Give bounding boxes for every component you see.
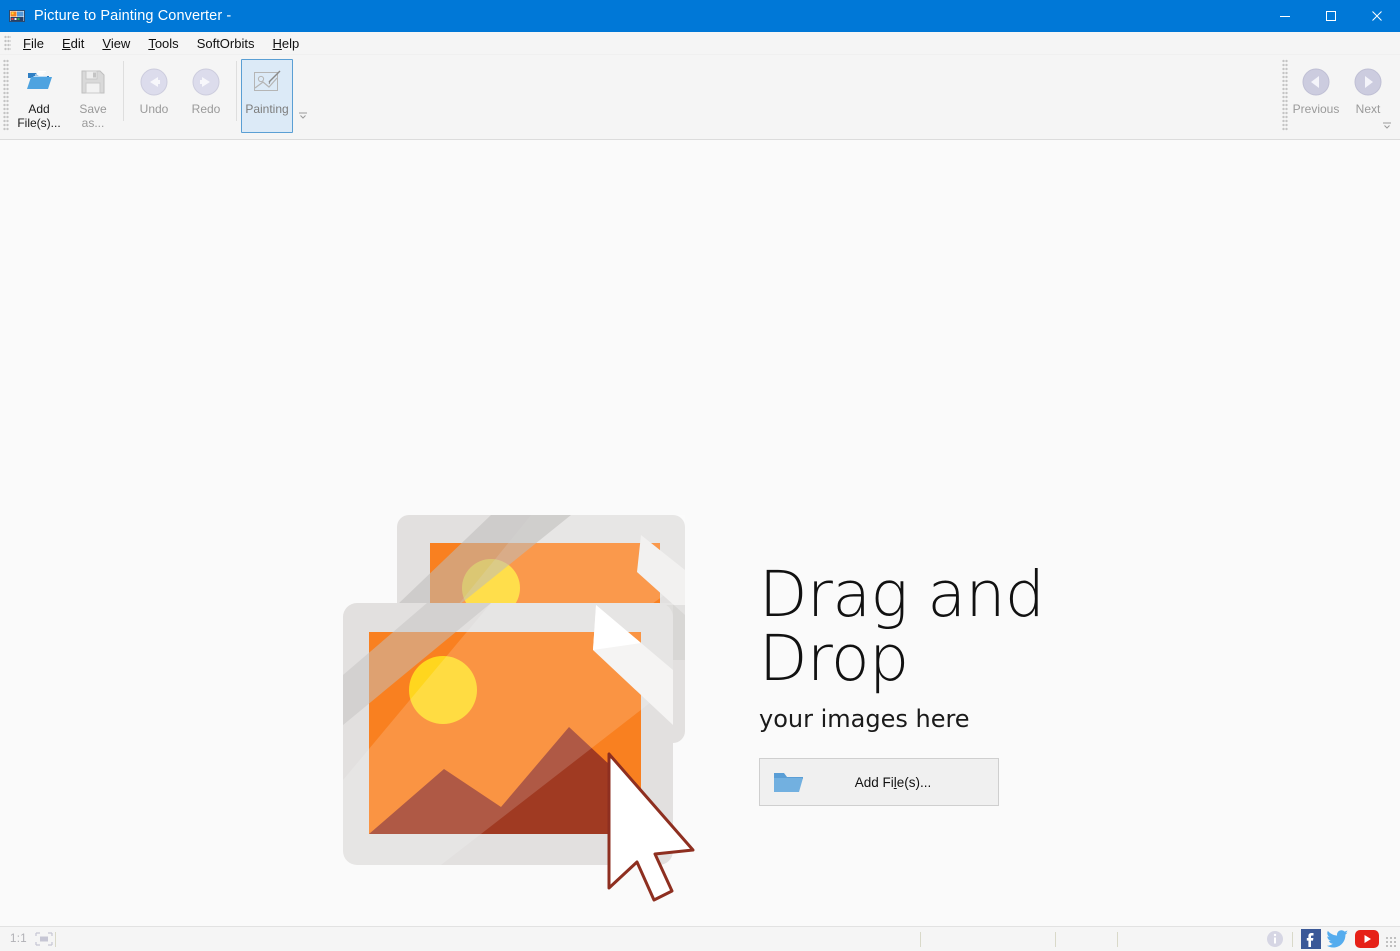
menu-item-tools[interactable]: Tools <box>139 34 187 53</box>
title-bar: Picture to Painting Converter - <box>0 0 1400 32</box>
blue-folder-icon <box>772 769 806 795</box>
add-files-cta-button[interactable]: Add File(s)... <box>759 758 999 806</box>
menu-item-help[interactable]: Help <box>263 34 308 53</box>
toolbar-group-file: Add File(s)... Save as... <box>11 55 119 137</box>
fit-to-window-icon[interactable] <box>35 932 53 946</box>
menu-help-rest: elp <box>282 36 299 51</box>
menu-view-accel: V <box>102 36 110 51</box>
menu-item-file[interactable]: File <box>14 34 53 53</box>
redo-arrow-icon <box>189 65 223 99</box>
close-button[interactable] <box>1354 0 1400 32</box>
social-links <box>1266 929 1379 949</box>
resize-grip-icon[interactable] <box>1385 936 1397 948</box>
add-files-button[interactable]: Add File(s)... <box>11 59 67 133</box>
menu-item-view[interactable]: View <box>93 34 139 53</box>
toolbar-separator-1 <box>123 61 124 121</box>
undo-label: Undo <box>140 102 169 116</box>
toolbar-separator-2 <box>236 61 237 121</box>
toolbar-grip-right-icon <box>1282 59 1288 131</box>
menu-grip-icon <box>4 35 11 51</box>
previous-button[interactable]: Previous <box>1290 59 1342 133</box>
save-as-label: Save as... <box>79 102 106 130</box>
toolbar-grip-icon <box>3 59 9 131</box>
status-bar: 1:1 <box>0 926 1400 951</box>
menu-view-rest: iew <box>111 36 131 51</box>
youtube-icon[interactable] <box>1355 930 1379 948</box>
window-title: Picture to Painting Converter - <box>34 8 231 24</box>
toolbar-overflow-button[interactable] <box>297 109 309 121</box>
add-files-cta-post: e(s)... <box>897 775 932 790</box>
status-divider-3 <box>1055 932 1056 947</box>
menu-help-accel: H <box>272 36 281 51</box>
previous-arrow-icon <box>1299 65 1333 99</box>
minimize-button[interactable] <box>1262 0 1308 32</box>
twitter-icon[interactable] <box>1327 929 1349 949</box>
add-files-cta-label: Add File(s)... <box>806 775 980 790</box>
app-icon <box>9 8 25 24</box>
menu-edit-accel: E <box>62 36 71 51</box>
status-divider-1 <box>55 932 56 947</box>
application-window: Picture to Painting Converter - File Edi… <box>0 0 1400 951</box>
save-as-button[interactable]: Save as... <box>67 59 119 133</box>
painting-button[interactable]: Painting <box>241 59 293 133</box>
open-folder-icon <box>22 65 56 99</box>
redo-label: Redo <box>192 102 221 116</box>
drop-zone-subtitle: your images here <box>759 705 1171 733</box>
painting-label: Painting <box>245 102 288 116</box>
floppy-disk-icon <box>76 65 110 99</box>
drop-zone-text: Drag and Drop your images here Add File(… <box>759 510 1171 806</box>
toolbar-overflow-right-button[interactable] <box>1382 117 1392 135</box>
next-arrow-icon <box>1351 65 1385 99</box>
undo-arrow-icon <box>137 65 171 99</box>
menu-tools-rest: ools <box>155 36 179 51</box>
painting-canvas-icon <box>250 65 284 99</box>
toolbar-group-navigation: Previous Next <box>1279 55 1394 139</box>
menu-edit-rest: dit <box>71 36 85 51</box>
menu-item-edit[interactable]: Edit <box>53 34 93 53</box>
redo-button[interactable]: Redo <box>180 59 232 133</box>
add-files-cta-pre: Add Fi <box>855 775 894 790</box>
stacked-photos-illustration <box>341 510 741 910</box>
facebook-icon[interactable] <box>1301 929 1321 949</box>
toolbar-group-history: Undo Redo <box>128 55 232 137</box>
menu-bar: File Edit View Tools SoftOrbits Help <box>0 32 1400 55</box>
status-divider-5 <box>1292 932 1293 947</box>
add-files-label: Add File(s)... <box>17 102 60 130</box>
previous-label: Previous <box>1293 102 1340 116</box>
menu-item-softorbits[interactable]: SoftOrbits <box>188 34 264 53</box>
toolbar-group-effects: Painting <box>241 55 313 137</box>
maximize-button[interactable] <box>1308 0 1354 32</box>
window-controls <box>1262 0 1400 32</box>
drop-zone[interactable]: Drag and Drop your images here Add File(… <box>341 510 1171 910</box>
status-divider-4 <box>1117 932 1118 947</box>
toolbar: Add File(s)... Save as... <box>0 55 1400 140</box>
drop-zone-title: Drag and Drop <box>759 563 1171 691</box>
menu-file-accel: F <box>23 36 31 51</box>
undo-button[interactable]: Undo <box>128 59 180 133</box>
zoom-level-label: 1:1 <box>10 933 27 945</box>
menu-file-rest: ile <box>31 36 44 51</box>
info-icon[interactable] <box>1266 930 1284 948</box>
status-divider-2 <box>920 932 921 947</box>
canvas-area[interactable]: Drag and Drop your images here Add File(… <box>0 140 1400 926</box>
next-label: Next <box>1356 102 1381 116</box>
